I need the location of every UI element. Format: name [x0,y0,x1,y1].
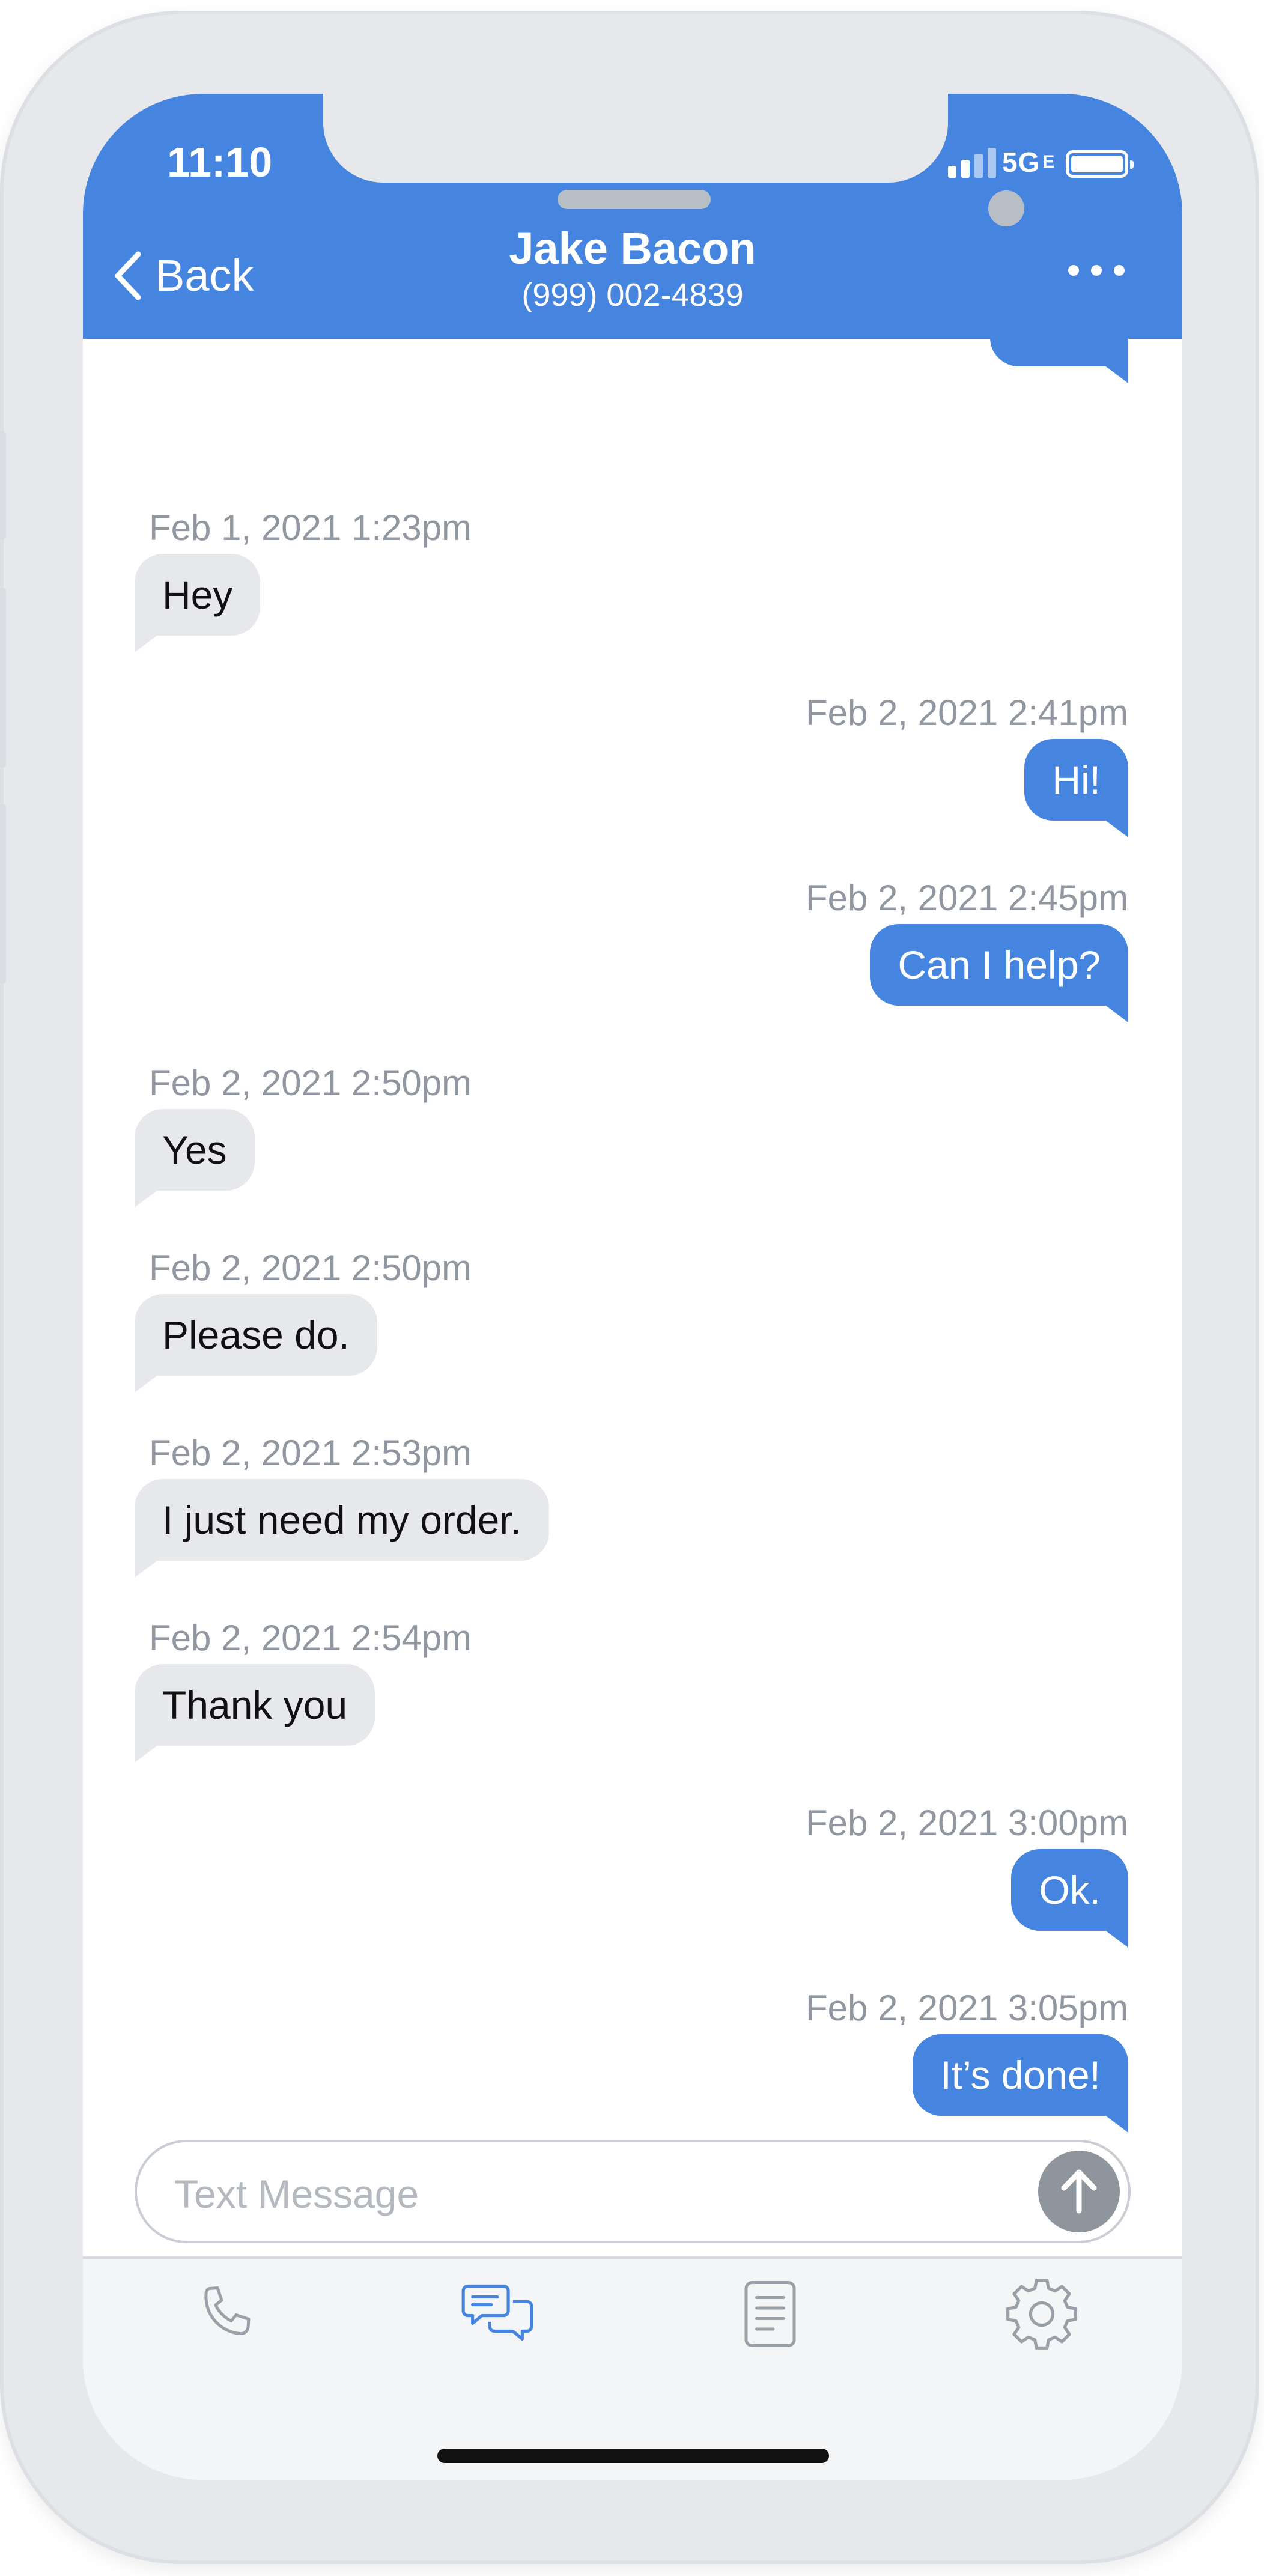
partial-message-bubble [990,339,1128,383]
gear-icon [1006,2279,1077,2350]
tab-settings[interactable] [1000,2272,1084,2356]
battery-icon [1066,150,1134,178]
message-timestamp: Feb 2, 2021 2:50pm [149,1063,472,1103]
text-message-input[interactable] [173,2160,1016,2228]
dot [1068,265,1079,276]
message-bubble-outgoing: Hi! [1024,739,1128,837]
signal-icon [948,147,996,178]
status-time: 11:10 [167,139,273,186]
document-icon [744,2281,796,2347]
message-timestamp: Feb 2, 2021 2:45pm [805,878,1128,918]
messages-icon [461,2284,533,2341]
screen: 11:10 5G E Back Jake Bacon (999) 002-483… [83,94,1182,2480]
tab-documents[interactable] [728,2272,812,2356]
tab-bar [83,2256,1182,2480]
tab-calls[interactable] [184,2272,268,2356]
message-timestamp: Feb 2, 2021 2:41pm [805,693,1128,733]
camera [988,190,1024,226]
message-bubble-outgoing: Ok. [1011,1849,1128,1948]
message-timestamp: Feb 2, 2021 2:54pm [149,1618,472,1658]
send-button[interactable] [1038,2151,1120,2232]
notch [323,94,1024,226]
message-timestamp: Feb 2, 2021 3:00pm [805,1803,1128,1843]
message-bubble-outgoing: It’s done! [913,2034,1128,2133]
speaker [558,190,711,209]
message-bubble-incoming: Hey [135,554,261,652]
more-options-button[interactable] [1068,265,1125,276]
message-timestamp: Feb 2, 2021 2:53pm [149,1433,472,1473]
message-composer [135,2140,1131,2243]
network-label: 5G [1002,147,1041,178]
message-timestamp: Feb 2, 2021 3:05pm [805,1988,1128,2028]
contact-name: Jake Bacon [509,223,756,273]
side-button [0,804,6,984]
tab-messages[interactable] [455,2272,539,2356]
message-timestamp: Feb 1, 2021 1:23pm [149,508,472,548]
side-button [0,588,6,768]
message-bubble-outgoing: Can I help? [870,924,1128,1022]
message-thread[interactable]: Feb 1, 2021 1:23pm Hey Feb 2, 2021 2:41p… [83,339,1182,2225]
side-button [0,431,6,539]
message-bubble-incoming: Thank you [135,1664,375,1763]
message-bubble-incoming: I just need my order. [135,1479,549,1578]
dot [1114,265,1125,276]
message-bubble-incoming: Yes [135,1109,255,1208]
phone-frame: 11:10 5G E Back Jake Bacon (999) 002-483… [0,11,1259,2564]
contact-phone: (999) 002-4839 [521,277,744,313]
home-indicator[interactable] [437,2449,829,2463]
contact-title: Jake Bacon (999) 002-4839 [83,223,1182,314]
message-timestamp: Feb 2, 2021 2:50pm [149,1248,472,1288]
app-header: 11:10 5G E Back Jake Bacon (999) 002-483… [83,94,1182,339]
arrow-up-icon [1061,2169,1097,2214]
message-bubble-incoming: Please do. [135,1294,377,1393]
phone-icon [204,2286,251,2336]
dot [1091,265,1102,276]
network-suffix: E [1042,152,1056,172]
status-indicators: 5G E [948,144,1134,178]
